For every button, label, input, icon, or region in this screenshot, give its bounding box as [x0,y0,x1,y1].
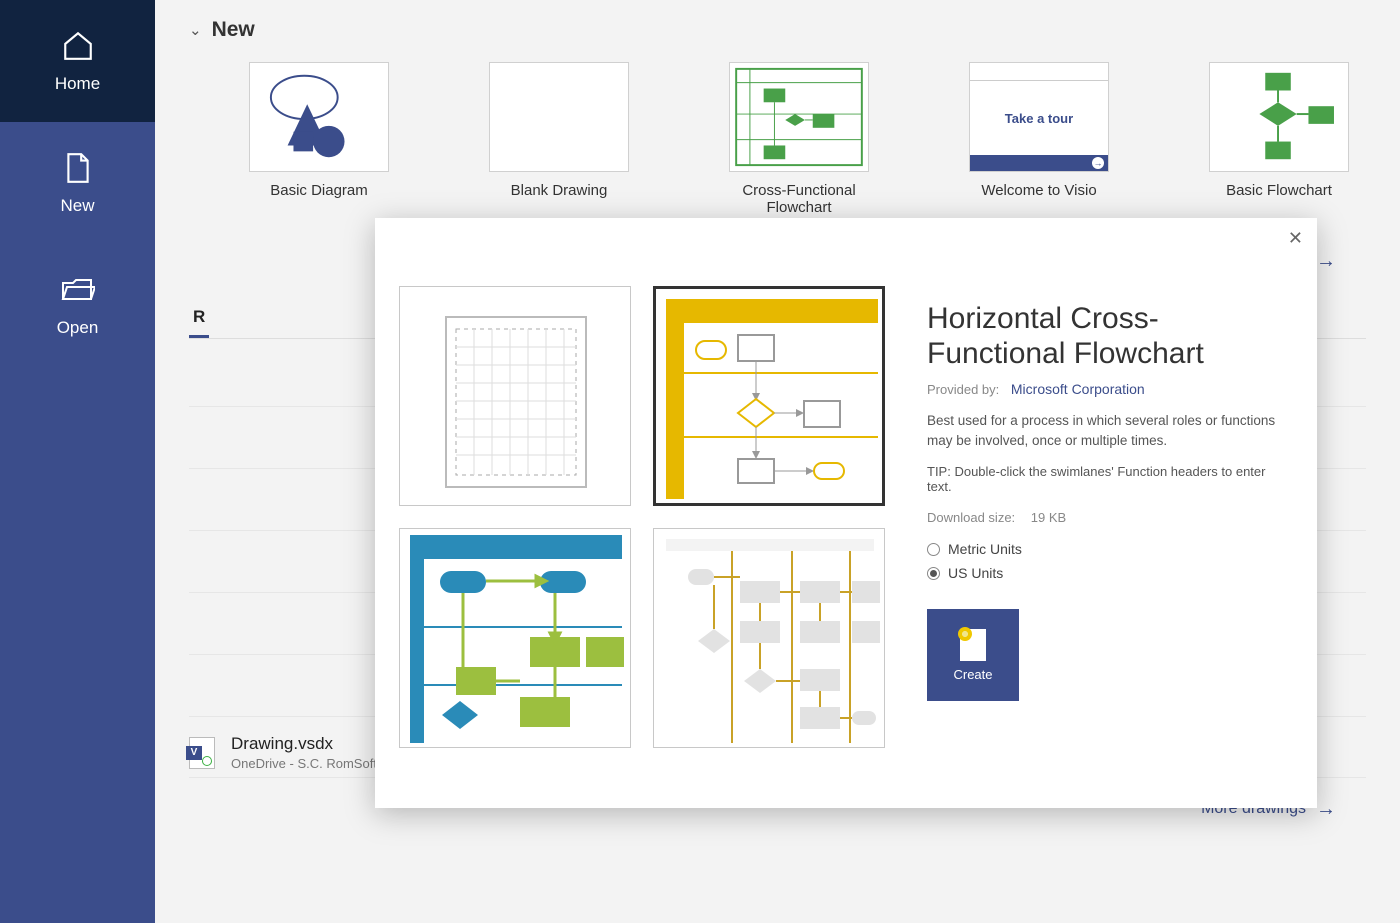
sidebar-item-home[interactable]: Home [0,0,155,122]
template-description: Best used for a process in which several… [927,411,1283,450]
template-thumb [249,62,389,172]
section-new-title: New [212,18,255,42]
template-label: Blank Drawing [511,182,608,199]
template-thumb [1209,62,1349,172]
radio-label: Metric Units [948,541,1022,557]
chevron-down-icon: ⌄ [189,21,202,39]
template-label: Basic Diagram [270,182,368,199]
template-row: Basic Diagram Blank Drawing [239,62,1366,216]
new-doc-icon [60,150,96,186]
variant-horizontal-bluegreen[interactable] [399,528,631,748]
home-icon [60,28,96,64]
template-label: Welcome to Visio [981,182,1096,199]
create-label: Create [953,667,992,682]
provided-by-row: Provided by: Microsoft Corporation [927,381,1283,397]
variant-horizontal-yellow[interactable] [653,286,885,506]
modal-details: Horizontal Cross-Functional Flowchart Pr… [885,236,1293,782]
template-cross-functional[interactable]: Cross-Functional Flowchart [719,62,879,216]
download-size-row: Download size: 19 KB [927,510,1283,525]
section-new-header[interactable]: ⌄ New [189,18,1366,42]
provider-link[interactable]: Microsoft Corporation [1011,381,1145,397]
create-button[interactable]: Create [927,609,1019,701]
template-welcome-tour[interactable]: Take a tour → Welcome to Visio [959,62,1119,216]
units-radio-group: Metric Units US Units [927,541,1283,581]
arrow-right-icon: → [1316,250,1336,273]
template-thumb: Take a tour → [969,62,1109,172]
template-label: Cross-Functional Flowchart [719,182,879,216]
variant-vertical-blank[interactable] [399,286,631,506]
download-size-label: Download size: [927,510,1015,525]
sidebar: Home New Open [0,0,155,923]
close-icon: ✕ [1288,228,1303,248]
template-blank-drawing[interactable]: Blank Drawing [479,62,639,216]
template-label: Basic Flowchart [1226,182,1332,199]
new-page-icon [960,629,986,661]
variant-vertical-yellow[interactable] [653,528,885,748]
radio-us-units[interactable]: US Units [927,565,1283,581]
arrow-right-icon: → [1092,157,1104,169]
sidebar-label-new: New [60,196,94,216]
main-area: ⌄ New Basic Diagram Blank Drawing [155,0,1400,923]
sidebar-label-open: Open [57,318,99,338]
arrow-right-icon: → [1316,798,1336,821]
template-basic-flowchart[interactable]: Basic Flowchart [1199,62,1359,216]
radio-label: US Units [948,565,1003,581]
radio-icon [927,543,940,556]
template-detail-modal: ✕ [375,218,1317,808]
provided-by-label: Provided by: [927,382,999,397]
modal-previews [399,286,885,782]
radio-icon [927,567,940,580]
sidebar-item-open[interactable]: Open [0,244,155,366]
visio-file-icon [189,737,217,769]
template-thumb [729,62,869,172]
tab-recent[interactable]: R [189,299,209,338]
sidebar-item-new[interactable]: New [0,122,155,244]
template-tip: TIP: Double-click the swimlanes' Functio… [927,464,1283,494]
close-button[interactable]: ✕ [1288,228,1303,249]
folder-open-icon [60,272,96,308]
modal-title: Horizontal Cross-Functional Flowchart [927,302,1283,371]
radio-metric-units[interactable]: Metric Units [927,541,1283,557]
tour-text: Take a tour [970,81,1108,155]
template-basic-diagram[interactable]: Basic Diagram [239,62,399,216]
sidebar-label-home: Home [55,74,100,94]
download-size-value: 19 KB [1031,510,1066,525]
template-thumb [489,62,629,172]
